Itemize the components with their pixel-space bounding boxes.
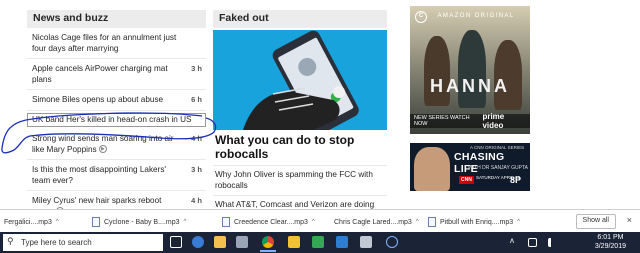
news-item[interactable]: Is this the most disappointing Lakers' t…	[27, 160, 206, 191]
show-all-button[interactable]: Show all	[575, 214, 616, 229]
faked-heading: Faked out	[213, 10, 387, 28]
file-icon	[92, 217, 100, 227]
chevron-up-icon[interactable]: ^	[183, 219, 186, 225]
app-icon[interactable]	[360, 236, 372, 248]
pen-annotation	[1, 112, 217, 154]
windows-taskbar: ⚲ Type here to search ʌ 6:01 PM 3/29/201…	[0, 232, 640, 253]
file-icon	[428, 217, 436, 227]
news-item-text[interactable]: Is this the most disappointing Lakers' t…	[32, 165, 166, 185]
task-view-icon[interactable]	[170, 236, 182, 248]
news-item[interactable]: Apple cancels AirPower charging mat plan…	[27, 59, 206, 90]
download-item[interactable]: Pitbull with Enriq....mp3 ^	[428, 215, 520, 229]
ad-air-time: 8P	[510, 175, 522, 185]
ad-banner-text: NEW SERIES WATCH NOW	[414, 115, 470, 127]
close-icon[interactable]: ×	[627, 215, 632, 225]
tray-chevron-icon[interactable]: ʌ	[510, 236, 514, 245]
download-filename[interactable]: Pitbull with Enriq....mp3	[440, 219, 513, 226]
news-item-text[interactable]: Simone Biles opens up about abuse	[32, 95, 163, 104]
download-filename[interactable]: Chris Cagle Lared....mp3	[334, 219, 412, 226]
download-item[interactable]: Creedence Clear....mp3 ^	[222, 215, 315, 229]
file-explorer-icon[interactable]	[214, 236, 226, 248]
edge-icon[interactable]	[192, 236, 204, 248]
chevron-up-icon[interactable]: ^	[312, 219, 315, 225]
ad-banner: NEW SERIES WATCH NOW prime video	[410, 112, 530, 130]
windows-store-icon[interactable]	[236, 236, 248, 248]
news-item-time: 3 h	[191, 64, 202, 73]
ad-host: WITH DR SANJAY GUPTA	[468, 165, 529, 171]
news-item-text[interactable]: Nicolas Cage files for an annulment just…	[32, 33, 176, 53]
chevron-up-icon[interactable]: ^	[56, 219, 59, 225]
phone-hand-illustration	[243, 30, 359, 130]
download-filename[interactable]: Cyclone - Baby B....mp3	[104, 219, 179, 226]
browser-page: News and buzz Nicolas Cage files for an …	[0, 0, 640, 253]
faked-list-item[interactable]: Why John Oliver is spamming the FCC with…	[213, 166, 387, 196]
download-filename[interactable]: Fergalici....mp3	[4, 219, 52, 226]
chevron-up-icon[interactable]: ^	[517, 219, 520, 225]
download-bar: Fergalici....mp3 ^ Cyclone - Baby B....m…	[0, 209, 640, 232]
ad-subtitle: A CNN ORIGINAL SERIES	[470, 145, 525, 150]
news-item[interactable]: Nicolas Cage files for an annulment just…	[27, 28, 206, 59]
news-item-time: 3 h	[191, 165, 202, 174]
volume-icon[interactable]	[548, 238, 557, 247]
news-item-time: 6 h	[191, 95, 202, 104]
taskbar-search-box[interactable]: ⚲ Type here to search	[3, 234, 163, 251]
download-item[interactable]: Fergalici....mp3 ^	[4, 215, 59, 229]
news-item-time: 4 h	[191, 196, 202, 205]
download-item[interactable]: Chris Cagle Lared....mp3 ^	[334, 215, 419, 229]
ad-brand-label: AMAZON ORIGINAL	[437, 13, 515, 19]
faked-out-panel: Faked out What you can do to stop roboca…	[213, 10, 387, 226]
phone-call-image[interactable]	[213, 30, 387, 130]
robocalls-headline[interactable]: What you can do to stop robocalls	[213, 130, 387, 166]
news-heading: News and buzz	[27, 10, 206, 28]
clock-date: 3/29/2019	[594, 243, 626, 250]
chrome-icon[interactable]	[260, 236, 276, 252]
ad-title: HANNA	[430, 76, 510, 96]
network-icon[interactable]	[528, 238, 537, 247]
download-item[interactable]: Cyclone - Baby B....mp3 ^	[92, 215, 186, 229]
ad-person-image	[494, 40, 522, 110]
ad-person-image	[414, 147, 450, 191]
system-clock[interactable]: 6:01 PM 3/29/2019	[595, 233, 626, 251]
prime-video-logo: prime video	[482, 112, 505, 130]
chasing-life-advertisement[interactable]: A CNN ORIGINAL SERIES CHASING LIFE WITH …	[410, 143, 530, 191]
ad-title: CHASING LIFE	[454, 151, 505, 175]
chevron-up-icon[interactable]: ^	[416, 219, 419, 225]
news-item-text[interactable]: Apple cancels AirPower charging mat plan…	[32, 64, 168, 84]
app-icon[interactable]	[288, 236, 300, 248]
clock-time: 6:01 PM	[597, 234, 624, 241]
news-item[interactable]: Simone Biles opens up about abuse 6 h	[27, 90, 206, 111]
hanna-advertisement[interactable]: C AMAZON ORIGINAL HANNA NEW SERIES WATCH…	[410, 6, 530, 134]
settings-icon[interactable]	[336, 236, 348, 248]
file-icon	[222, 217, 230, 227]
app-icon[interactable]	[386, 236, 398, 248]
cnn-logo: CNN	[459, 176, 474, 184]
search-placeholder[interactable]: Type here to search	[21, 238, 92, 247]
download-filename[interactable]: Creedence Clear....mp3	[234, 219, 308, 226]
app-icon[interactable]	[312, 236, 324, 248]
search-icon: ⚲	[7, 236, 14, 246]
